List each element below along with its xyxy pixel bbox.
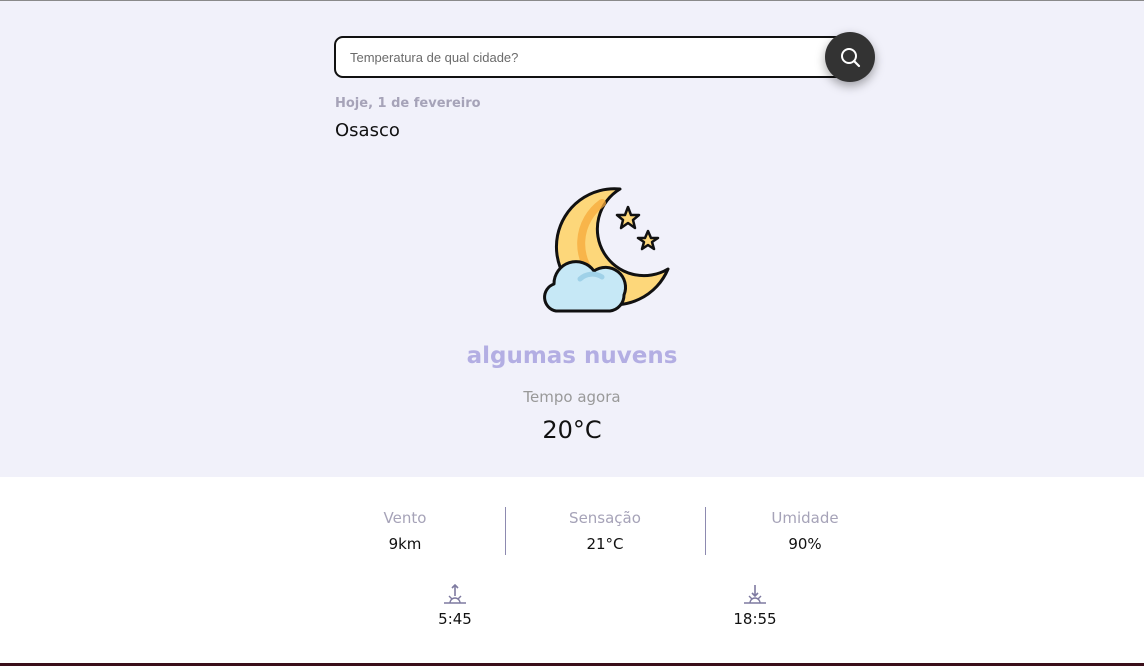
city-name: Osasco (335, 120, 400, 141)
weather-description: algumas nuvens (466, 343, 678, 369)
weather-hero: Hoje, 1 de fevereiro Osasco algumas nuve… (0, 1, 1144, 477)
weather-stats: Vento 9km Sensação 21°C Umidade 90% (305, 507, 905, 555)
stat-humidity: Umidade 90% (705, 507, 905, 555)
sunrise: 5:45 (415, 584, 495, 628)
sunrise-icon (444, 584, 466, 604)
sunset-time: 18:55 (733, 610, 777, 628)
moon-cloud-stars-icon (543, 187, 670, 313)
stat-wind: Vento 9km (305, 507, 505, 555)
search-bar (334, 32, 875, 82)
stat-label: Umidade (771, 509, 839, 527)
current-weather-label: Tempo agora (523, 388, 621, 406)
sunset-icon (744, 585, 766, 604)
stat-value: 9km (388, 535, 422, 553)
search-icon (841, 48, 861, 68)
sunset: 18:55 (715, 584, 795, 628)
current-date: Hoje, 1 de fevereiro (335, 96, 481, 111)
stat-value: 90% (788, 535, 822, 553)
city-search-input[interactable] (334, 36, 850, 78)
current-temperature: 20°C (542, 416, 602, 444)
search-button[interactable] (825, 32, 875, 82)
stat-label: Sensação (569, 509, 641, 527)
stat-label: Vento (383, 509, 427, 527)
stat-feels-like: Sensação 21°C (505, 507, 705, 555)
stat-value: 21°C (586, 535, 624, 553)
sunrise-time: 5:45 (438, 610, 472, 628)
